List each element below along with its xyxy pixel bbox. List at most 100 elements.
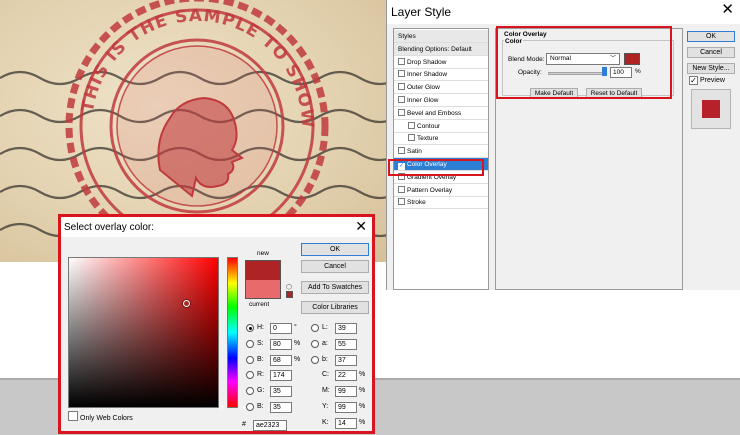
color-marker[interactable]: [183, 300, 190, 307]
checkbox-icon[interactable]: [398, 57, 405, 65]
lab-l-radio[interactable]: [311, 324, 319, 332]
style-item-pattern-overlay[interactable]: Pattern Overlay: [394, 184, 488, 197]
style-item-stroke[interactable]: Stroke: [394, 196, 488, 210]
lab-b-radio[interactable]: [311, 356, 319, 364]
rgb-b-input[interactable]: 35: [270, 402, 292, 413]
only-web-colors-label: Only Web Colors: [80, 415, 133, 422]
hsb-h-input[interactable]: 0: [270, 323, 292, 334]
color-libraries-button[interactable]: Color Libraries: [301, 301, 369, 314]
style-item-bevel-and-emboss[interactable]: Bevel and Emboss: [394, 107, 488, 120]
hsb-s-label: S:: [257, 340, 264, 347]
checkbox-icon[interactable]: [398, 198, 405, 206]
hsb-b-label: B:: [257, 356, 264, 363]
checkbox-icon[interactable]: [408, 134, 415, 142]
style-item-outer-glow[interactable]: Outer Glow: [394, 81, 488, 95]
hsb-b-radio[interactable]: [246, 356, 254, 364]
hsb-b-unit: %: [294, 356, 301, 363]
lab-b-label: b:: [322, 356, 328, 363]
lab-a-label: a:: [322, 340, 328, 347]
cmyk-k-unit: %: [359, 419, 366, 426]
style-item-label: Bevel and Emboss: [407, 109, 462, 117]
hue-slider-handle-left[interactable]: [220, 403, 225, 411]
hsb-h-unit: °: [294, 324, 297, 331]
lab-l-label: L:: [322, 324, 328, 331]
style-item-label: Texture: [417, 135, 439, 143]
rgb-r-label: R:: [257, 371, 264, 378]
style-item-label: Drop Shadow: [407, 58, 447, 66]
preview-checkbox[interactable]: ✓ Preview: [689, 76, 725, 85]
rgb-r-radio[interactable]: [246, 371, 254, 379]
checkbox-icon[interactable]: [408, 121, 415, 129]
rgb-g-label: G:: [257, 387, 265, 394]
layer-style-title: Layer Style: [391, 5, 452, 19]
color-overlay-highlight: [388, 159, 484, 176]
cmyk-k-input[interactable]: 14: [335, 418, 357, 429]
style-item-inner-glow[interactable]: Inner Glow: [394, 94, 488, 107]
style-preview: [691, 89, 731, 129]
cmyk-m-input[interactable]: 99: [335, 386, 357, 397]
style-item-blending-options-default[interactable]: Blending Options: Default: [394, 42, 488, 56]
checkbox-icon[interactable]: [398, 108, 405, 116]
style-item-label: Blending Options: Default: [398, 45, 472, 53]
close-icon[interactable]: ✕: [721, 2, 734, 18]
cancel-button[interactable]: Cancel: [301, 260, 369, 273]
new-color-label: new: [257, 250, 269, 257]
hsb-h-radio[interactable]: [246, 324, 254, 332]
only-web-colors-checkbox[interactable]: Only Web Colors: [68, 411, 133, 422]
cube-icon[interactable]: ⬡: [286, 283, 292, 291]
style-item-contour[interactable]: Contour: [394, 120, 488, 133]
lab-a-radio[interactable]: [311, 340, 319, 348]
hex-input[interactable]: ae2323: [253, 420, 287, 431]
style-item-label: Stroke: [407, 199, 426, 207]
hsb-h-label: H:: [257, 324, 264, 331]
style-item-styles[interactable]: Styles: [394, 30, 488, 43]
lab-b-input[interactable]: 37: [335, 355, 357, 366]
add-to-swatches-button[interactable]: Add To Swatches: [301, 281, 369, 294]
hue-slider[interactable]: [227, 257, 238, 408]
saturation-brightness-field[interactable]: [68, 257, 219, 408]
checkbox-icon[interactable]: [398, 83, 405, 91]
rgb-g-radio[interactable]: [246, 387, 254, 395]
hsb-s-unit: %: [294, 340, 301, 347]
style-item-label: Contour: [417, 122, 441, 130]
rgb-r-input[interactable]: 174: [270, 370, 292, 381]
rgb-b-label: B:: [257, 403, 264, 410]
new-color-swatch: [245, 260, 281, 280]
web-safe-swatch[interactable]: [286, 291, 293, 298]
style-item-label: Pattern Overlay: [407, 186, 453, 194]
style-item-label: Outer Glow: [407, 84, 440, 92]
lab-a-input[interactable]: 55: [335, 339, 357, 350]
hsb-b-input[interactable]: 68: [270, 355, 292, 366]
checkbox-icon[interactable]: [398, 147, 405, 155]
ok-button[interactable]: OK: [687, 31, 735, 42]
cmyk-y-label: Y:: [322, 403, 329, 410]
color-picker-titlebar: Select overlay color: ✕: [61, 217, 372, 237]
preview-label: Preview: [700, 77, 725, 84]
cmyk-y-input[interactable]: 99: [335, 402, 357, 413]
hsb-s-input[interactable]: 80: [270, 339, 292, 350]
checkbox-icon[interactable]: [398, 185, 405, 193]
checkbox-icon: [68, 411, 78, 421]
close-icon[interactable]: ✕: [355, 218, 367, 234]
hsb-s-radio[interactable]: [246, 340, 254, 348]
style-item-label: Satin: [407, 148, 422, 156]
style-item-drop-shadow[interactable]: Drop Shadow: [394, 56, 488, 69]
style-item-satin[interactable]: Satin: [394, 145, 488, 159]
cancel-button[interactable]: Cancel: [687, 47, 735, 58]
style-item-texture[interactable]: Texture: [394, 132, 488, 146]
new-style-button[interactable]: New Style...: [687, 63, 735, 74]
style-item-inner-shadow[interactable]: Inner Shadow: [394, 68, 488, 82]
checkbox-icon[interactable]: [398, 96, 405, 103]
cmyk-c-unit: %: [359, 371, 366, 378]
rgb-b-radio[interactable]: [246, 403, 254, 411]
lab-l-input[interactable]: 39: [335, 323, 357, 334]
cmyk-c-input[interactable]: 22: [335, 370, 357, 381]
checkbox-icon[interactable]: [398, 70, 405, 78]
current-color-swatch[interactable]: [245, 280, 281, 299]
cmyk-y-unit: %: [359, 403, 366, 410]
rgb-g-input[interactable]: 35: [270, 386, 292, 397]
preview-swatch: [702, 100, 720, 118]
cmyk-k-label: K:: [322, 419, 329, 426]
hex-label: #: [242, 421, 246, 428]
ok-button[interactable]: OK: [301, 243, 369, 256]
